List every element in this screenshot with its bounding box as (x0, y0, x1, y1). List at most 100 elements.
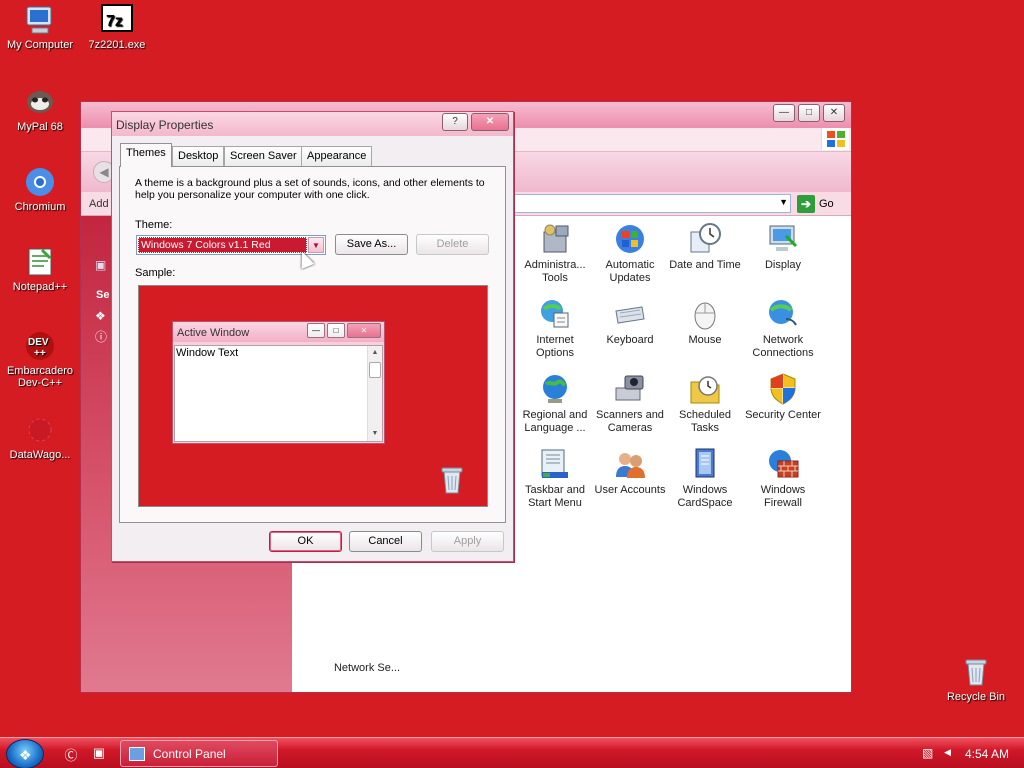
cp-item-label: Mouse (688, 334, 722, 346)
taskbar-start-menu-icon (538, 447, 572, 481)
apply-button[interactable]: Apply (431, 531, 504, 552)
cp-item-label: Display (764, 259, 802, 271)
sample-window-text: Window Text (176, 347, 239, 359)
cp-item-label: Network Se... (333, 662, 401, 674)
help-icon[interactable]: ⓘ (95, 328, 107, 345)
themes-description: A theme is a background plus a set of so… (135, 177, 485, 201)
chromium-icon (24, 166, 56, 198)
tab-screen-saver[interactable]: Screen Saver (224, 146, 303, 166)
control-panel-icon (129, 747, 145, 761)
clock[interactable]: 4:54 AM (965, 747, 1009, 761)
desktop-icon-notepadpp[interactable]: Notepad++ (0, 246, 80, 293)
cp-item-display[interactable]: Display (745, 222, 821, 272)
maximize-icon: □ (327, 323, 345, 338)
tab-desktop[interactable]: Desktop (172, 146, 225, 166)
tab-appearance[interactable]: Appearance (301, 146, 373, 166)
desktop-icon-devcpp[interactable]: DEV ++ Embarcadero Dev-C++ (0, 330, 80, 389)
cp-item-label: Security Center (745, 409, 821, 421)
minimize-button[interactable]: — (773, 104, 795, 122)
close-button[interactable]: ✕ (823, 104, 845, 122)
cp-item-label: Windows CardSpace (677, 484, 733, 509)
chevron-down-icon[interactable]: ▼ (779, 197, 788, 207)
chevron-down-icon[interactable]: ▼ (308, 237, 324, 253)
cp-item-label: Scanners and Cameras (596, 409, 664, 434)
cp-item-label: Internet Options (536, 334, 574, 359)
desktop-icon-datawago[interactable]: DataWago... (0, 414, 80, 461)
cp-item-network-connections[interactable]: Network Connections (745, 297, 821, 360)
close-icon: ✕ (347, 323, 381, 338)
address-label: Add (89, 198, 109, 210)
regional-language-icon (538, 372, 572, 406)
desktop-icon-label: My Computer (6, 39, 74, 51)
quicklaunch-desktop-icon[interactable]: ▣ (90, 745, 108, 763)
save-as-button[interactable]: Save As... (335, 234, 408, 255)
cp-item-network-setup[interactable]: Network Se... (312, 662, 422, 675)
svg-text:7z: 7z (106, 13, 123, 30)
desktop-icon-label: Notepad++ (12, 281, 68, 293)
start-button[interactable]: ❖ (6, 739, 44, 768)
desktop-icon-recycle-bin[interactable]: Recycle Bin (936, 656, 1016, 703)
theme-select-value: Windows 7 Colors v1.1 Red (138, 237, 307, 253)
desktop-icon-label: 7z2201.exe (88, 39, 146, 51)
mouse-icon (688, 297, 722, 331)
cp-item-date-time[interactable]: Date and Time (667, 222, 743, 272)
cp-item-mouse[interactable]: Mouse (667, 297, 743, 347)
keyboard-tray-icon[interactable]: ▧ (922, 746, 933, 760)
network-connections-icon (766, 297, 800, 331)
desktop-icon-7z2201[interactable]: 7z 7z2201.exe (77, 4, 157, 51)
cp-item-admin-tools[interactable]: Administra... Tools (517, 222, 593, 285)
date-time-icon (688, 222, 722, 256)
sample-active-window: Active Window — □ ✕ Window Text ▲ ▼ (172, 321, 385, 444)
cancel-button[interactable]: Cancel (349, 531, 422, 552)
themes-panel: A theme is a background plus a set of so… (119, 166, 506, 523)
taskbar-item-control-panel[interactable]: Control Panel (120, 740, 278, 767)
scroll-thumb (369, 362, 381, 378)
scheduled-tasks-icon (688, 372, 722, 406)
cp-item-user-accounts[interactable]: User Accounts (592, 447, 668, 497)
back-arrow-icon: ◀ (99, 165, 109, 179)
desktop-icon-my-computer[interactable]: My Computer (0, 4, 80, 51)
scanners-cameras-icon (613, 372, 647, 406)
system-tray: ▧ ◀ 4:54 AM (918, 738, 1024, 768)
keyboard-icon (613, 297, 647, 331)
switch-view-icon[interactable]: ▣ (95, 258, 106, 272)
cp-item-label: Taskbar and Start Menu (525, 484, 585, 509)
dialog-close-button[interactable]: ✕ (471, 113, 509, 131)
cp-item-regional-language[interactable]: Regional and Language ... (517, 372, 593, 435)
computer-icon (24, 4, 56, 36)
go-button[interactable]: ➔ Go (797, 195, 834, 213)
sample-recycle-bin-icon (439, 464, 465, 499)
help-button[interactable]: ? (442, 113, 468, 131)
desktop-icon-label: Embarcadero Dev-C++ (6, 365, 74, 389)
cp-item-keyboard[interactable]: Keyboard (592, 297, 668, 347)
ok-button[interactable]: OK (269, 531, 342, 552)
desktop-icon-chromium[interactable]: Chromium (0, 166, 80, 213)
datawago-icon (24, 414, 56, 446)
theme-sample-preview: Active Window — □ ✕ Window Text ▲ ▼ (138, 285, 488, 507)
cp-item-windows-cardspace[interactable]: Windows CardSpace (667, 447, 743, 510)
dialog-title-bar[interactable]: Display Properties ? ✕ (112, 112, 513, 136)
maximize-button[interactable]: □ (798, 104, 820, 122)
cp-item-automatic-updates[interactable]: Automatic Updates (592, 222, 668, 285)
cp-item-label: Regional and Language ... (522, 409, 588, 434)
sample-scrollbar: ▲ ▼ (367, 346, 382, 441)
quicklaunch-ie-icon[interactable]: Ⓒ (62, 745, 80, 763)
delete-button[interactable]: Delete (416, 234, 489, 255)
tray-expand-icon[interactable]: ◀ (944, 747, 951, 758)
cp-item-scanners-cameras[interactable]: Scanners and Cameras (592, 372, 668, 435)
maximize-icon: □ (805, 107, 813, 118)
desktop-icon-label: Recycle Bin (946, 691, 1006, 703)
cp-item-scheduled-tasks[interactable]: Scheduled Tasks (667, 372, 743, 435)
svg-text:DEV: DEV (28, 337, 49, 348)
cp-item-taskbar-start-menu[interactable]: Taskbar and Start Menu (517, 447, 593, 510)
tab-themes[interactable]: Themes (120, 143, 172, 167)
windows-update-icon[interactable]: ❖ (95, 309, 106, 323)
cp-item-windows-firewall[interactable]: Windows Firewall (745, 447, 821, 510)
internet-options-icon (538, 297, 572, 331)
cp-item-label: Automatic Updates (605, 259, 655, 284)
cp-item-security-center[interactable]: Security Center (745, 372, 821, 422)
cp-item-internet-options[interactable]: Internet Options (517, 297, 593, 360)
desktop-icon-label: DataWago... (9, 449, 71, 461)
mypal-raccoon-icon (24, 86, 56, 118)
desktop-icon-mypal[interactable]: MyPal 68 (0, 86, 80, 133)
